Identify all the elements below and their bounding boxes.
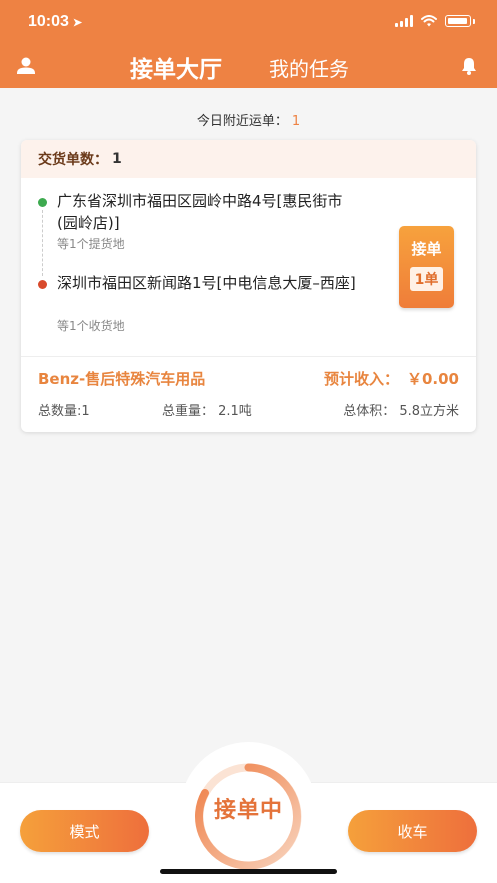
delivery-hint: 等1个收货地	[57, 319, 125, 333]
battery-icon	[445, 15, 471, 27]
wifi-icon	[421, 15, 437, 27]
total-volume: 总体积： 5.8立方米	[343, 404, 459, 419]
total-weight: 总重量： 2.1吨	[162, 404, 252, 419]
stop-driving-button[interactable]: 收车	[348, 810, 477, 852]
income-value: ￥0.00	[406, 370, 459, 388]
pickup-dot-icon	[38, 198, 47, 207]
location-arrow-icon: ➤	[72, 17, 83, 29]
grab-order-button[interactable]: 接单 1单	[399, 226, 454, 308]
nearby-orders-summary: 今日附近运单： 1	[0, 110, 497, 129]
total-quantity: 总数量:1	[38, 404, 90, 419]
battery-cap	[473, 18, 475, 24]
tab-order-hall[interactable]: 接单大厅	[130, 50, 222, 84]
delivery-dot-icon	[38, 280, 47, 289]
status-time: 10:03 ➤	[28, 13, 83, 30]
delivery-address: 深圳市福田区新闻路1号[中电信息大厦–西座]	[57, 274, 356, 292]
pickup-hint: 等1个提货地	[57, 237, 125, 251]
pickup-address: 广东省深圳市福田区园岭中路4号[惠民街市(园岭店)]	[57, 192, 343, 232]
status-icons	[395, 15, 475, 27]
accepting-orders-label: 接单中	[213, 798, 283, 823]
user-icon[interactable]	[16, 56, 36, 76]
route-section: 广东省深圳市福田区园岭中路4号[惠民街市(园岭店)] 等1个提货地 深圳市福田区…	[21, 178, 476, 358]
income-label: 预计收入：	[323, 370, 399, 388]
card-divider	[21, 356, 476, 357]
nearby-label: 今日附近运单：	[196, 114, 288, 129]
delivery-count-value: 1	[112, 151, 122, 167]
app-header: 10:03 ➤ 接单大厅 我的任务	[0, 0, 497, 88]
company-name: Benz-售后特殊汽车用品	[38, 370, 206, 388]
order-card-header: 交货单数： 1	[21, 140, 476, 178]
tab-my-tasks[interactable]: 我的任务	[269, 53, 349, 82]
estimated-income: 预计收入： ￥0.00	[324, 368, 459, 389]
grab-order-label: 接单	[411, 240, 442, 258]
delivery-count-label: 交货单数：	[38, 152, 108, 168]
home-indicator	[160, 869, 337, 874]
nearby-count: 1	[291, 114, 301, 129]
grab-order-count: 1单	[409, 267, 444, 291]
route-connector	[42, 210, 43, 276]
bell-icon[interactable]	[459, 56, 479, 76]
signal-icon	[395, 15, 413, 27]
order-card[interactable]: 交货单数： 1 广东省深圳市福田区园岭中路4号[惠民街市(园岭店)] 等1个提货…	[21, 140, 476, 432]
mode-button[interactable]: 模式	[20, 810, 149, 852]
